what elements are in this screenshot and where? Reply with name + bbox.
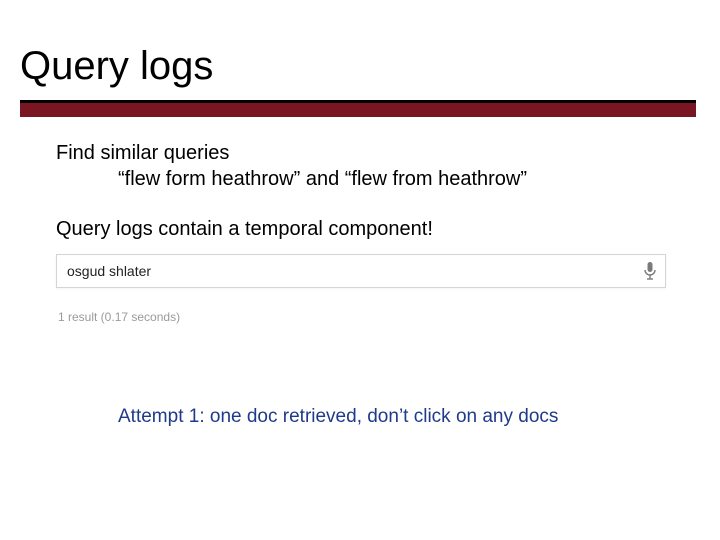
search-screenshot: osgud shlater 1 result (0.17 seconds) <box>56 254 666 324</box>
rule-accent <box>20 103 696 117</box>
search-box[interactable]: osgud shlater <box>56 254 666 288</box>
attempt-caption: Attempt 1: one doc retrieved, don’t clic… <box>118 406 558 428</box>
mic-icon[interactable] <box>635 261 665 281</box>
search-input[interactable]: osgud shlater <box>57 263 635 279</box>
result-count: 1 result (0.17 seconds) <box>56 310 666 324</box>
body-line-example: “flew form heathrow” and “flew from heat… <box>56 166 666 192</box>
body-text: Find similar queries “flew form heathrow… <box>56 140 666 242</box>
body-line-find: Find similar queries <box>56 140 666 166</box>
slide: Query logs Find similar queries “flew fo… <box>0 0 720 540</box>
body-line-temporal: Query logs contain a temporal component! <box>56 216 666 242</box>
slide-title: Query logs <box>20 44 213 89</box>
